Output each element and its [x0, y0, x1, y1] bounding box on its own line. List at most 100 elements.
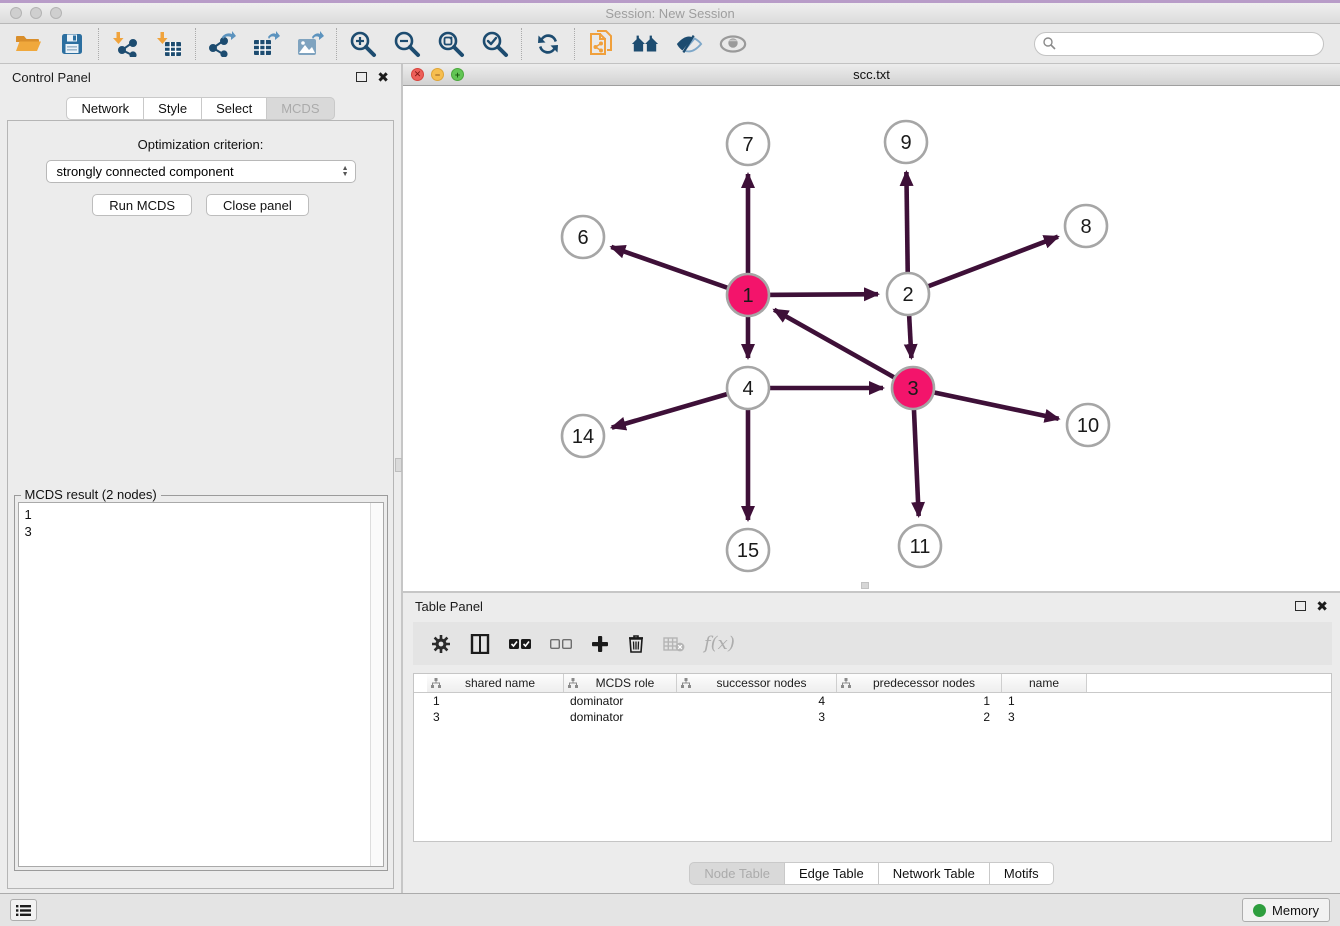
zoom-fit-icon[interactable] [437, 30, 465, 58]
delete-column-trash-icon[interactable] [628, 634, 644, 653]
import-network-icon[interactable] [111, 30, 139, 58]
column-header-successor-nodes[interactable]: successor nodes [677, 674, 837, 692]
float-panel-icon[interactable] [356, 72, 367, 82]
graph-node-label: 10 [1077, 415, 1099, 437]
table-panel: Table Panel ✖ [403, 593, 1340, 893]
import-table-icon[interactable] [155, 30, 183, 58]
export-table-icon[interactable] [252, 30, 280, 58]
graph-edge-3-10[interactable] [913, 388, 1059, 419]
memory-status-icon [1253, 904, 1266, 917]
table-panel-title: Table Panel [415, 599, 483, 614]
column-header-label: shared name [441, 676, 559, 690]
graph-node-label: 11 [910, 536, 931, 558]
control-panel-tabs: NetworkStyleSelectMCDS [0, 97, 401, 120]
column-header-name[interactable]: name [1002, 674, 1087, 692]
graph-node-label: 2 [902, 284, 913, 306]
tab-node-table[interactable]: Node Table [689, 862, 785, 885]
mcds-result-title: MCDS result (2 nodes) [21, 487, 161, 502]
tab-motifs[interactable]: Motifs [990, 862, 1054, 885]
graph-node-label: 8 [1080, 216, 1091, 238]
mcds-result-values[interactable]: 1 3 [19, 503, 370, 866]
hide-selected-icon[interactable] [675, 30, 703, 58]
tab-edge-table[interactable]: Edge Table [785, 862, 879, 885]
column-type-icon [681, 678, 691, 688]
table-settings-gear-icon[interactable] [431, 634, 451, 654]
criterion-value: strongly connected component [57, 164, 234, 179]
table-cell[interactable]: 4 [677, 693, 837, 709]
status-bar: Memory [0, 893, 1340, 926]
table-cell[interactable]: 2 [837, 709, 1002, 725]
search-box[interactable] [1034, 32, 1324, 56]
first-neighbors-icon[interactable] [631, 30, 659, 58]
column-header-shared-name[interactable]: shared name [427, 674, 564, 692]
splitter-grip[interactable] [395, 458, 402, 472]
tab-network-table[interactable]: Network Table [879, 862, 990, 885]
select-all-columns-icon[interactable] [509, 638, 531, 650]
mcds-panel-body: Optimization criterion: strongly connect… [7, 120, 394, 889]
column-header-MCDS-role[interactable]: MCDS role [564, 674, 677, 692]
search-input[interactable] [1062, 37, 1315, 51]
session-title: Session: New Session [0, 6, 1340, 21]
create-column-plus-icon[interactable] [591, 635, 609, 653]
refresh-layout-icon[interactable] [534, 30, 562, 58]
table-cell[interactable]: 3 [677, 709, 837, 725]
column-type-icon [568, 678, 578, 688]
zoom-in-icon[interactable] [349, 30, 377, 58]
tab-select[interactable]: Select [202, 97, 267, 120]
open-session-icon[interactable] [14, 30, 42, 58]
close-panel-button[interactable]: Close panel [206, 194, 309, 216]
task-history-button[interactable] [10, 899, 37, 921]
save-session-icon[interactable] [58, 30, 86, 58]
column-header-predecessor-nodes[interactable]: predecessor nodes [837, 674, 1002, 692]
tab-network[interactable]: Network [66, 97, 144, 120]
memory-button[interactable]: Memory [1242, 898, 1330, 922]
zoom-selected-icon[interactable] [481, 30, 509, 58]
table-cell[interactable]: 1 [1002, 693, 1087, 709]
table-row: 3dominator323 [414, 709, 1331, 725]
graph-node-label: 15 [737, 540, 759, 562]
graph-edge-3-1[interactable] [774, 310, 913, 388]
table-cell[interactable]: 1 [427, 693, 564, 709]
function-builder-icon[interactable]: f(x) [704, 633, 735, 654]
close-table-panel-icon[interactable]: ✖ [1316, 601, 1328, 611]
graph-node-label: 9 [900, 132, 911, 154]
memory-label: Memory [1272, 903, 1319, 918]
graph-edge-2-8[interactable] [908, 237, 1058, 294]
run-mcds-button[interactable]: Run MCDS [92, 194, 192, 216]
result-scrollbar[interactable] [370, 503, 383, 866]
tab-mcds[interactable]: MCDS [267, 97, 334, 120]
network-title: scc.txt [403, 67, 1340, 82]
column-header-label: name [1006, 676, 1082, 690]
show-all-icon[interactable] [719, 30, 747, 58]
network-graph: 1234678910111415 [403, 86, 1338, 591]
column-type-icon [841, 678, 851, 688]
tab-style[interactable]: Style [144, 97, 202, 120]
column-header-label: predecessor nodes [851, 676, 997, 690]
table-cell[interactable]: 3 [1002, 709, 1087, 725]
network-view-window: ✕ − + scc.txt 1234678910111415 [403, 64, 1340, 593]
float-table-panel-icon[interactable] [1295, 601, 1306, 611]
graph-node-label: 6 [577, 227, 588, 249]
table-row: 1dominator411 [414, 693, 1331, 709]
table-cell[interactable]: 1 [837, 693, 1002, 709]
close-panel-icon[interactable]: ✖ [377, 72, 389, 82]
graph-node-label: 7 [742, 134, 753, 156]
table-cell[interactable]: 3 [427, 709, 564, 725]
zoom-out-icon[interactable] [393, 30, 421, 58]
graph-node-label: 4 [742, 378, 753, 400]
delete-table-icon[interactable] [663, 636, 685, 652]
network-canvas[interactable]: 1234678910111415 [403, 86, 1340, 591]
table-cell[interactable]: dominator [564, 709, 677, 725]
canvas-scrollbar-grip[interactable] [861, 582, 869, 589]
main-toolbar [0, 24, 1340, 64]
export-image-icon[interactable] [296, 30, 324, 58]
criterion-select[interactable]: strongly connected component ▲▼ [46, 160, 356, 183]
control-panel: Control Panel ✖ NetworkStyleSelectMCDS O… [0, 64, 403, 893]
clone-network-icon[interactable] [587, 30, 615, 58]
show-columns-icon[interactable] [470, 634, 490, 654]
table-cell[interactable]: dominator [564, 693, 677, 709]
export-network-icon[interactable] [208, 30, 236, 58]
column-header-label: successor nodes [691, 676, 832, 690]
deselect-all-columns-icon[interactable] [550, 638, 572, 650]
graph-node-label: 14 [572, 426, 594, 448]
